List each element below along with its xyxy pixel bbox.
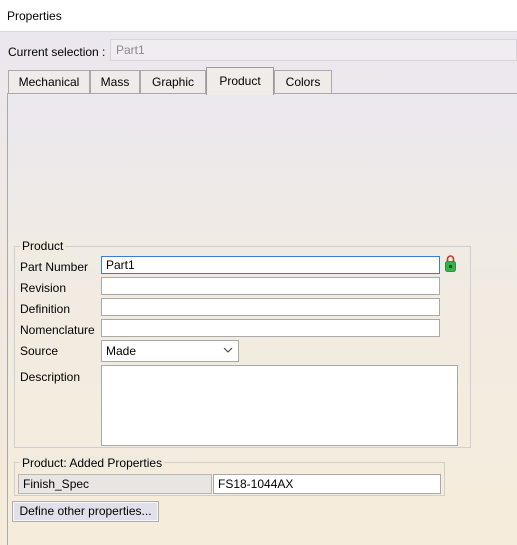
- tab-colors[interactable]: Colors: [274, 70, 332, 94]
- tab-mechanical[interactable]: Mechanical: [8, 70, 90, 94]
- added-property-value[interactable]: FS18-1044AX: [213, 474, 441, 494]
- product-group-legend: Product: [20, 239, 66, 253]
- source-label: Source: [20, 344, 59, 358]
- current-selection-field: Part1: [110, 39, 517, 61]
- tab-mass[interactable]: Mass: [90, 70, 140, 94]
- tab-graphic[interactable]: Graphic: [140, 70, 206, 94]
- window-title: Properties: [7, 9, 62, 23]
- added-properties-legend: Product: Added Properties: [20, 456, 165, 470]
- definition-input[interactable]: [101, 298, 440, 316]
- source-select[interactable]: Made: [101, 340, 239, 362]
- description-label: Description: [20, 370, 81, 384]
- part-number-input[interactable]: Part1: [101, 256, 440, 274]
- tab-panel-product: Product Part Number Part1 Revision Defin…: [7, 93, 517, 545]
- source-select-value: Made: [106, 344, 137, 358]
- current-selection-label: Current selection :: [8, 45, 106, 59]
- definition-label: Definition: [20, 302, 71, 316]
- tab-product[interactable]: Product: [206, 67, 274, 95]
- added-property-name: Finish_Spec: [18, 474, 212, 494]
- part-number-label: Part Number: [20, 260, 89, 274]
- padlock-icon[interactable]: [444, 254, 457, 273]
- title-bar: Properties: [0, 0, 517, 32]
- revision-label: Revision: [20, 281, 67, 295]
- properties-dialog: Current selection : Part1 Mechanical Mas…: [0, 32, 517, 545]
- nomenclature-label: Nomenclature: [20, 323, 95, 337]
- nomenclature-input[interactable]: [101, 319, 440, 337]
- chevron-down-icon: [223, 347, 233, 353]
- description-textarea[interactable]: [101, 365, 458, 446]
- revision-input[interactable]: [101, 277, 440, 295]
- define-other-properties-button[interactable]: Define other properties...: [12, 501, 159, 522]
